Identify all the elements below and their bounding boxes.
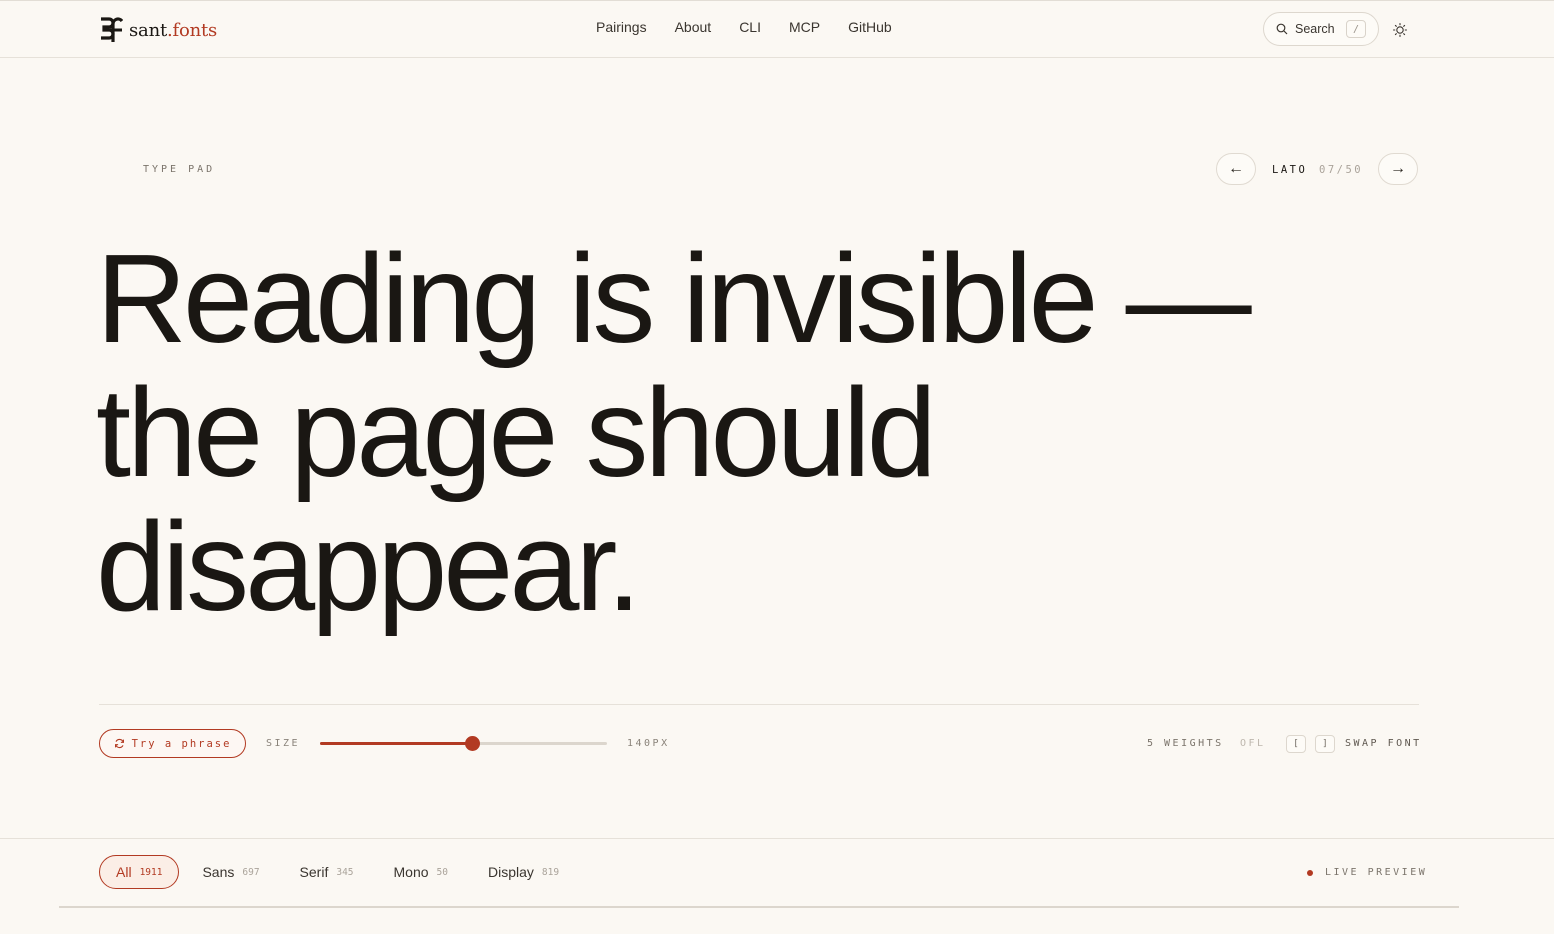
arrow-right-icon: → — [1390, 160, 1406, 177]
size-label: SIZE — [266, 738, 301, 749]
sun-icon[interactable] — [1391, 21, 1409, 39]
try-phrase-button[interactable]: Try a phrase — [99, 729, 246, 758]
search-button[interactable]: Search / — [1263, 12, 1379, 46]
weights-count: 5 WEIGHTS — [1147, 738, 1224, 749]
bottom-divider — [59, 906, 1459, 908]
size-slider[interactable] — [320, 736, 607, 752]
filter-count: 819 — [541, 866, 560, 878]
site-header: sant.fonts Pairings About CLI MCP GitHub… — [0, 1, 1554, 58]
filter-display[interactable]: Display 819 — [471, 855, 576, 889]
search-icon — [1276, 23, 1288, 35]
filter-label: All — [116, 864, 132, 880]
slider-thumb[interactable] — [465, 736, 481, 751]
swap-font-label: SWAP FONT — [1345, 738, 1422, 749]
filter-serif[interactable]: Serif 345 — [283, 855, 371, 889]
try-phrase-label: Try a phrase — [131, 737, 232, 750]
filter-label: Mono — [393, 864, 429, 880]
size-value: 140PX — [627, 738, 670, 749]
nav-cli[interactable]: CLI — [739, 19, 761, 35]
logo[interactable]: sant.fonts — [99, 15, 217, 45]
next-font-button[interactable]: → — [1378, 153, 1418, 185]
filter-label: Sans — [202, 864, 235, 880]
slider-fill — [320, 742, 473, 745]
font-position: 07/50 — [1319, 164, 1364, 176]
filter-all[interactable]: All 1911 — [99, 855, 180, 889]
logo-text: sant.fonts — [129, 19, 218, 41]
current-font-name: LATO — [1272, 164, 1308, 176]
category-filters: All 1911 Sans 697 Serif 345 Mono 50 Disp… — [99, 855, 582, 889]
search-label: Search — [1295, 22, 1335, 36]
divider — [99, 704, 1419, 705]
live-dot-icon — [1307, 869, 1313, 876]
section-eyebrow: TYPE PAD — [143, 164, 216, 175]
filter-count: 345 — [336, 866, 354, 878]
filter-label: Serif — [299, 864, 329, 880]
next-font-key[interactable]: ] — [1315, 735, 1335, 753]
filter-label: Display — [488, 864, 534, 880]
previous-font-key[interactable]: [ — [1286, 735, 1306, 753]
category-filter-bar: All 1911 Sans 697 Serif 345 Mono 50 Disp… — [0, 838, 1554, 934]
filter-count: 50 — [436, 866, 448, 878]
main-nav: Pairings About CLI MCP GitHub — [596, 19, 892, 35]
live-preview-indicator: LIVE PREVIEW — [1307, 867, 1427, 878]
arrow-left-icon: ← — [1228, 160, 1244, 177]
license-badge: OFL — [1240, 738, 1266, 749]
nav-pairings[interactable]: Pairings — [596, 19, 647, 35]
nav-about[interactable]: About — [675, 19, 712, 35]
refresh-icon — [114, 738, 124, 749]
previous-font-button[interactable]: ← — [1216, 153, 1256, 185]
nav-github[interactable]: GitHub — [848, 19, 892, 35]
filter-count: 697 — [242, 866, 260, 878]
type-specimen[interactable]: Reading is invisible — the page should d… — [96, 232, 1416, 634]
logo-mark-icon — [101, 17, 123, 42]
live-preview-label: LIVE PREVIEW — [1325, 867, 1428, 878]
nav-mcp[interactable]: MCP — [789, 19, 820, 35]
filter-sans[interactable]: Sans 697 — [185, 855, 276, 889]
filter-mono[interactable]: Mono 50 — [377, 855, 465, 889]
search-shortcut-key: / — [1346, 20, 1366, 38]
filter-count: 1911 — [139, 866, 163, 878]
